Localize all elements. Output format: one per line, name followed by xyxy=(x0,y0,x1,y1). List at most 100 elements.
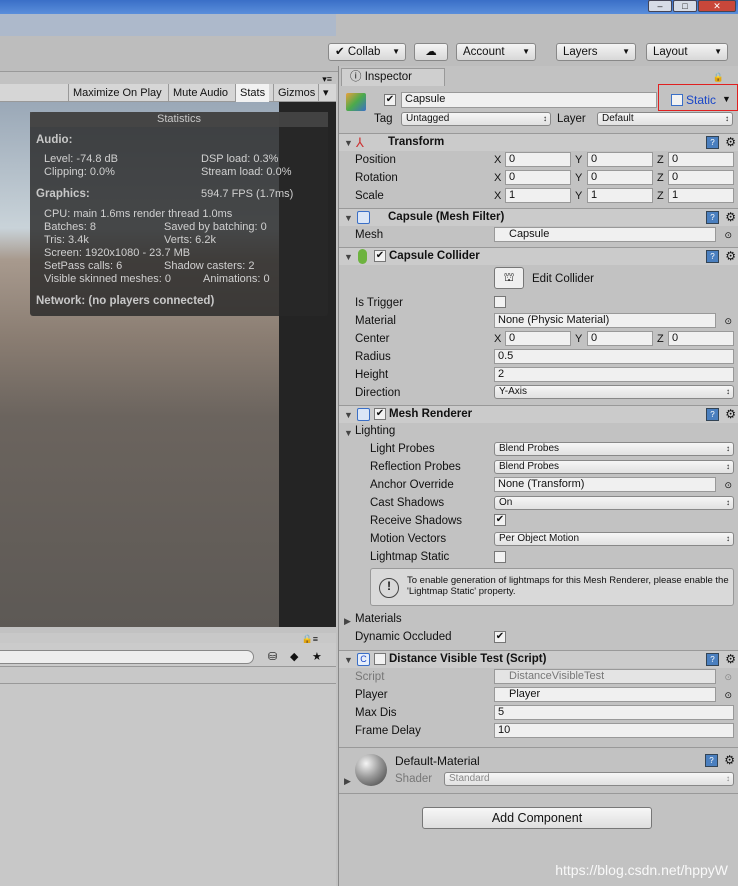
foldout-arrow-icon[interactable]: ▼ xyxy=(344,138,353,148)
position-x-field[interactable]: 0 xyxy=(505,152,571,167)
z-axis-label: Z xyxy=(657,333,664,345)
shader-dropdown[interactable]: Standard xyxy=(444,772,734,786)
mesh-label: Mesh xyxy=(355,229,384,241)
max-dis-field[interactable]: 5 xyxy=(494,705,734,720)
mesh-filter-header[interactable]: ▼ Capsule (Mesh Filter) ? ⚙ xyxy=(339,208,738,226)
cloud-button[interactable]: ☁ xyxy=(414,43,448,61)
search-input[interactable] xyxy=(0,650,254,664)
static-checkbox[interactable] xyxy=(671,94,683,106)
foldout-arrow-icon[interactable]: ▼ xyxy=(344,252,353,262)
gear-icon[interactable]: ⚙ xyxy=(724,754,735,766)
maximize-button[interactable]: □ xyxy=(673,0,697,12)
help-book-icon[interactable]: ? xyxy=(706,408,719,421)
direction-dropdown[interactable]: Y-Axis xyxy=(494,385,734,399)
receive-shadows-checkbox[interactable]: ✔ xyxy=(494,514,506,526)
gizmos-dropdown[interactable]: ▾ xyxy=(318,84,333,102)
help-book-icon[interactable]: ? xyxy=(706,211,719,224)
object-picker-icon[interactable]: ⊙ xyxy=(724,230,732,241)
foldout-arrow-icon[interactable]: ▶ xyxy=(344,616,351,627)
dynamic-occluded-checkbox[interactable]: ✔ xyxy=(494,631,506,643)
csharp-script-icon: C xyxy=(357,653,370,666)
foldout-arrow-icon[interactable]: ▶ xyxy=(344,776,351,787)
player-field[interactable]: Player xyxy=(494,687,716,702)
center-y-field[interactable]: 0 xyxy=(587,331,653,346)
active-checkbox[interactable]: ✔ xyxy=(384,94,396,106)
help-book-icon[interactable]: ? xyxy=(706,136,719,149)
divider xyxy=(0,683,336,684)
batches: Batches: 8 xyxy=(44,221,96,233)
favorite-star-icon[interactable]: ★ xyxy=(312,650,322,663)
anchor-override-field[interactable]: None (Transform) xyxy=(494,477,716,492)
x-axis-label: X xyxy=(494,172,502,184)
help-book-icon[interactable]: ? xyxy=(706,653,719,666)
radius-field[interactable]: 0.5 xyxy=(494,349,734,364)
inspector-panel: ⓘ Inspector 🔒 ✔ Capsule Static ▼ Tag Unt… xyxy=(338,66,738,886)
gear-icon[interactable]: ⚙ xyxy=(725,408,736,420)
object-name-field[interactable]: Capsule xyxy=(401,92,657,108)
is-trigger-checkbox[interactable] xyxy=(494,296,506,308)
layer-dropdown[interactable]: Default xyxy=(597,112,733,126)
collab-button[interactable]: ✔ Collab ▼ xyxy=(328,43,406,61)
object-picker-icon[interactable]: ⊙ xyxy=(724,316,732,327)
filter-by-label-icon[interactable]: ◆ xyxy=(290,650,298,663)
object-picker-icon[interactable]: ⊙ xyxy=(724,690,732,701)
transform-header[interactable]: ▼ ⅄ Transform ? ⚙ xyxy=(339,133,738,151)
warning-info-icon: ! xyxy=(379,578,399,598)
rotation-y-field[interactable]: 0 xyxy=(587,170,653,185)
object-picker-icon[interactable]: ⊙ xyxy=(724,480,732,491)
tag-dropdown[interactable]: Untagged xyxy=(401,112,551,126)
foldout-arrow-icon[interactable]: ▼ xyxy=(344,655,353,665)
mute-audio-toggle[interactable]: Mute Audio xyxy=(168,84,232,102)
motion-vectors-dropdown[interactable]: Per Object Motion xyxy=(494,532,734,546)
script-enabled-checkbox[interactable] xyxy=(374,653,386,665)
tab-inspector[interactable]: ⓘ Inspector xyxy=(341,68,445,86)
rotation-z-field[interactable]: 0 xyxy=(668,170,734,185)
gear-icon[interactable]: ⚙ xyxy=(725,136,736,148)
rotation-x-field[interactable]: 0 xyxy=(505,170,571,185)
center-x-field[interactable]: 0 xyxy=(505,331,571,346)
foldout-arrow-icon[interactable]: ▼ xyxy=(344,428,353,438)
minimize-button[interactable]: – xyxy=(648,0,672,12)
mesh-field[interactable]: Capsule xyxy=(494,227,716,242)
capsule-collider-header[interactable]: ▼ ✔ Capsule Collider ? ⚙ xyxy=(339,247,738,265)
cast-shadows-dropdown[interactable]: On xyxy=(494,496,734,510)
height-field[interactable]: 2 xyxy=(494,367,734,382)
maximize-on-play-toggle[interactable]: Maximize On Play xyxy=(68,84,166,102)
close-button[interactable]: ✕ xyxy=(698,0,736,12)
light-probes-dropdown[interactable]: Blend Probes xyxy=(494,442,734,456)
filter-by-type-icon[interactable]: ⛁ xyxy=(268,650,277,663)
mesh-renderer-header[interactable]: ▼ ✔ Mesh Renderer ? ⚙ xyxy=(339,405,738,423)
gear-icon[interactable]: ⚙ xyxy=(725,211,736,223)
layout-button[interactable]: Layout ▼ xyxy=(646,43,728,61)
gizmos-button[interactable]: Gizmos xyxy=(273,84,319,102)
edit-collider-button[interactable]: ⛫ xyxy=(494,267,524,289)
frame-delay-field[interactable]: 10 xyxy=(494,723,734,738)
gear-icon[interactable]: ⚙ xyxy=(725,250,736,262)
lock-icon[interactable]: 🔒 xyxy=(713,72,724,83)
scale-x-field[interactable]: 1 xyxy=(505,188,571,203)
physic-material-field[interactable]: None (Physic Material) xyxy=(494,313,716,328)
add-component-button[interactable]: Add Component xyxy=(422,807,652,829)
stats-toggle[interactable]: Stats xyxy=(235,84,270,102)
lightmap-static-checkbox[interactable] xyxy=(494,551,506,563)
help-book-icon[interactable]: ? xyxy=(706,250,719,263)
renderer-enabled-checkbox[interactable]: ✔ xyxy=(374,408,386,420)
static-dropdown-icon[interactable]: ▼ xyxy=(722,94,731,104)
foldout-arrow-icon[interactable]: ▼ xyxy=(344,410,353,420)
lighting-foldout[interactable]: Lighting xyxy=(355,425,395,437)
chevron-down-icon: ▼ xyxy=(392,47,400,56)
help-book-icon[interactable]: ? xyxy=(705,754,718,767)
materials-foldout[interactable]: Materials xyxy=(355,613,402,625)
scale-z-field[interactable]: 1 xyxy=(668,188,734,203)
scale-y-field[interactable]: 1 xyxy=(587,188,653,203)
script-component-header[interactable]: ▼ C Distance Visible Test (Script) ? ⚙ xyxy=(339,650,738,668)
position-y-field[interactable]: 0 xyxy=(587,152,653,167)
reflection-probes-dropdown[interactable]: Blend Probes xyxy=(494,460,734,474)
gear-icon[interactable]: ⚙ xyxy=(725,653,736,665)
foldout-arrow-icon[interactable]: ▼ xyxy=(344,213,353,223)
position-z-field[interactable]: 0 xyxy=(668,152,734,167)
account-button[interactable]: Account ▼ xyxy=(456,43,536,61)
center-z-field[interactable]: 0 xyxy=(668,331,734,346)
collider-enabled-checkbox[interactable]: ✔ xyxy=(374,250,386,262)
layers-button[interactable]: Layers ▼ xyxy=(556,43,636,61)
